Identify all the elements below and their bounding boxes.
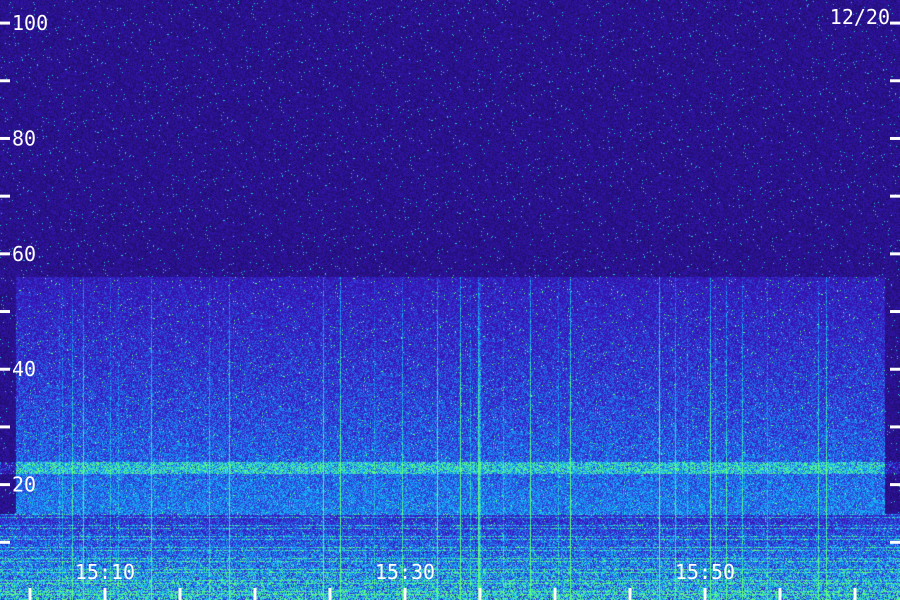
spectrogram-chart: 100 80 60 40 20 15:10 15:30 15:50 12/20 [0,0,900,600]
y-tick-label: 20 [12,473,36,497]
y-tick-label: 40 [12,357,36,381]
y-tick-label: 60 [12,242,36,266]
x-axis: 15:10 15:30 15:50 [28,560,857,600]
y-tick-label: 100 [12,11,48,35]
x-tick-label: 15:10 [75,560,135,584]
date-label: 12/20 [830,5,890,29]
axes-overlay: 100 80 60 40 20 15:10 15:30 15:50 12/20 [0,5,900,600]
x-tick-label: 15:50 [675,560,735,584]
x-tick-label: 15:30 [375,560,435,584]
y-axis: 100 80 60 40 20 [0,11,900,544]
y-tick-label: 80 [12,126,36,150]
